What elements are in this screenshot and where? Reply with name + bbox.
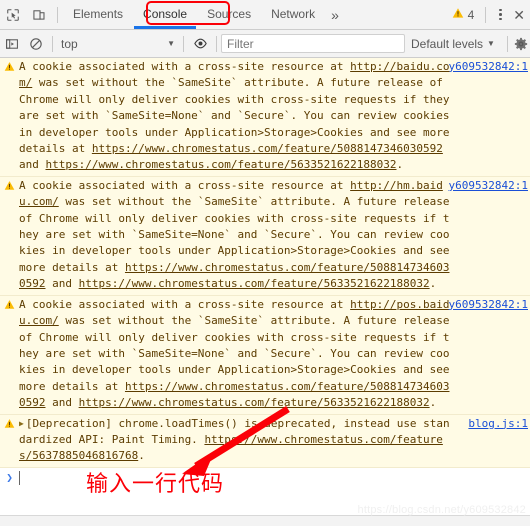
filter-input[interactable] [221,34,405,53]
tabbar-right-group: 4 ✕ [446,1,530,29]
chevron-down-icon: ▼ [167,39,175,48]
warning-count-badge[interactable]: 4 [446,7,481,22]
inspect-element-icon[interactable] [0,1,26,29]
console-message-body: A cookie associated with a cross-site re… [19,178,530,293]
text-caret [19,470,20,485]
execution-context-select[interactable]: top ▼ [57,37,179,51]
console-message-warning[interactable]: A cookie associated with a cross-site re… [0,295,530,415]
devtools-tabbar: Elements Console Sources Network » 4 ✕ [0,0,530,30]
settings-gear-icon[interactable] [514,37,528,51]
console-message-warning[interactable]: A cookie associated with a cross-site re… [0,58,530,177]
warning-triangle-icon [0,178,19,293]
source-link[interactable]: y609532842:1 [449,59,528,75]
log-levels-label: Default levels [411,36,484,51]
inline-link[interactable]: https://www.chromestatus.com/feature/508… [92,142,443,155]
bottom-strip [0,515,530,526]
toolbar-divider-right [485,6,487,23]
devtools-panel: Elements Console Sources Network » 4 ✕ t… [0,0,530,526]
console-message-text: ▶ [Deprecation] chrome.loadTimes() is dep… [19,416,450,463]
device-toolbar-icon[interactable] [26,1,52,29]
console-message-text: A cookie associated with a cross-site re… [19,297,457,410]
source-link[interactable]: blog.js:1 [468,416,528,432]
source-link[interactable]: y609532842:1 [449,178,528,194]
tab-network[interactable]: Network [261,0,325,29]
warning-count-value: 4 [467,7,475,22]
inline-link[interactable]: https://www.chromestatus.com/feature/563… [79,396,430,409]
toolbar-divider [57,6,58,23]
warning-triangle-icon [0,416,19,465]
filterbar-divider-1 [52,35,53,52]
execution-context-value: top [61,36,78,51]
clear-console-icon[interactable] [24,31,48,57]
console-prompt-row[interactable]: ❯ [0,467,530,490]
live-expression-eye-icon[interactable] [188,31,212,57]
more-tabs-chevron-icon[interactable]: » [325,1,345,29]
console-message-warning-deprecation[interactable]: ▶ [Deprecation] chrome.loadTimes() is dep… [0,414,530,468]
console-sidebar-icon[interactable] [0,31,24,57]
warning-triangle-icon [452,7,464,22]
warning-triangle-icon [0,59,19,174]
filterbar-divider-4 [506,35,508,52]
console-message-body: ▶ [Deprecation] chrome.loadTimes() is dep… [19,416,530,465]
console-message-body: A cookie associated with a cross-site re… [19,59,530,174]
source-link[interactable]: y609532842:1 [449,297,528,313]
tab-console[interactable]: Console [133,0,197,29]
log-levels-select[interactable]: Default levels ▼ [411,37,503,51]
expand-triangle-icon[interactable]: ▶ [19,416,24,432]
inline-link[interactable]: https://www.chromestatus.com/feature/563… [46,158,397,171]
close-icon[interactable]: ✕ [509,1,528,29]
chevron-down-icon-levels: ▼ [487,39,495,48]
inline-link[interactable]: https://www.chromestatus.com/feature/563… [79,277,430,290]
console-filter-toolbar: top ▼ Default levels ▼ [0,30,530,58]
tab-sources[interactable]: Sources [197,0,261,29]
more-options-icon[interactable] [491,4,509,26]
filterbar-divider-3 [216,35,217,52]
tab-elements[interactable]: Elements [63,0,133,29]
console-message-warning[interactable]: A cookie associated with a cross-site re… [0,176,530,296]
console-message-body: A cookie associated with a cross-site re… [19,297,530,412]
prompt-chevron-icon: ❯ [6,470,13,484]
console-message-list[interactable]: A cookie associated with a cross-site re… [0,58,530,515]
console-message-text: A cookie associated with a cross-site re… [19,178,457,291]
filterbar-divider-2 [183,35,184,52]
console-message-text: A cookie associated with a cross-site re… [19,60,457,172]
warning-triangle-icon [0,297,19,412]
